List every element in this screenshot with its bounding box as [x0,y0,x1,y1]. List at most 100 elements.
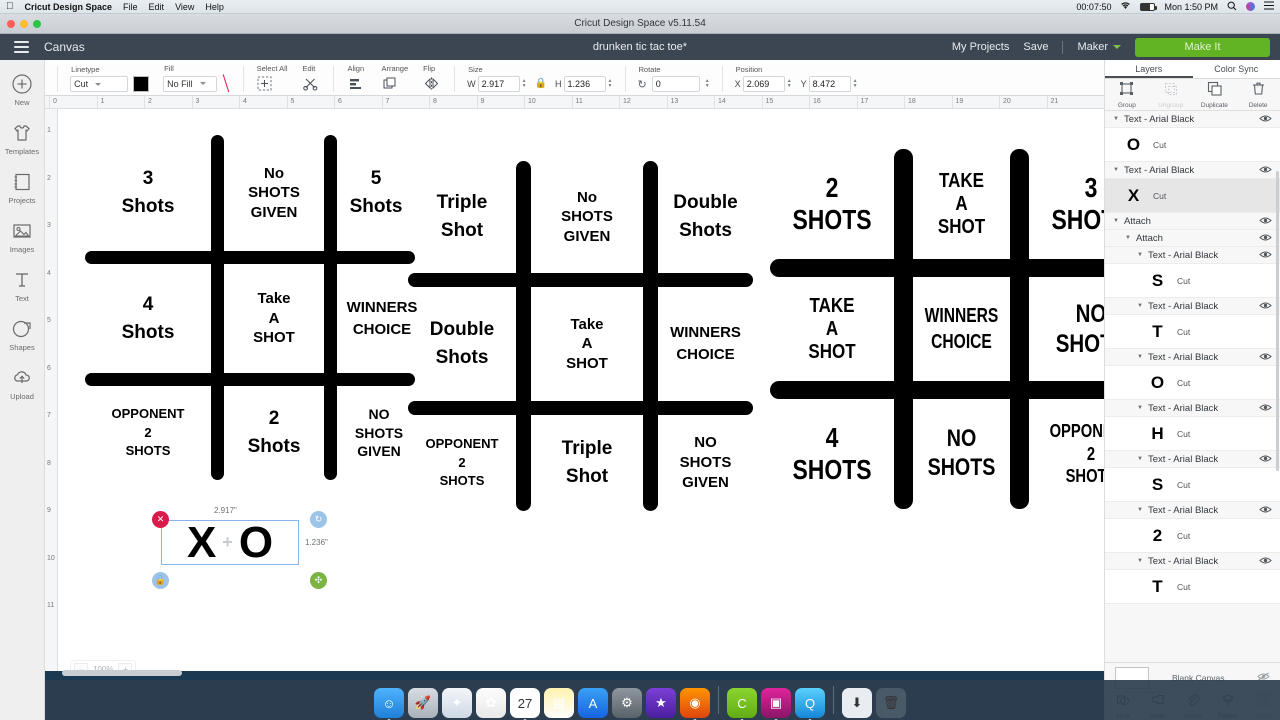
control-center-icon[interactable] [1264,1,1274,12]
sidebar-item-upload[interactable]: Upload [0,366,45,401]
linetype-select[interactable]: Cut [70,76,129,92]
selected-text-object[interactable]: X + O [161,514,299,571]
sidebar-item-projects[interactable]: Projects [0,170,45,205]
sidebar-item-shapes[interactable]: Shapes [0,317,45,352]
chevron-down-icon[interactable]: ▼ [1125,235,1131,241]
layer-header[interactable]: ▼ Text - Arial Black [1105,502,1280,519]
eye-icon[interactable] [1259,233,1272,244]
dock-icon-notes[interactable]: ▤ [544,688,574,718]
layers-scrollbar[interactable] [1276,171,1279,471]
eye-icon[interactable] [1259,114,1272,125]
menubar-clock[interactable]: Mon 1:50 PM [1164,2,1218,12]
width-value[interactable]: 2.917 [477,76,520,92]
dock-icon-downloads[interactable]: ⬇ [842,688,872,718]
rotate-value[interactable]: 0 [651,76,700,92]
chevron-down-icon[interactable]: ▼ [1137,558,1143,564]
machine-selector[interactable]: Maker [1077,41,1121,53]
make-it-button[interactable]: Make It [1135,37,1270,57]
dock-icon-calendar[interactable]: 27 [510,688,540,718]
tab-color-sync[interactable]: Color Sync [1193,60,1280,78]
select-all-icon[interactable] [256,75,274,92]
align-menu-button[interactable] [346,75,366,92]
flip-menu-button[interactable] [422,75,442,92]
menubar-app-name[interactable]: Cricut Design Space [25,2,113,12]
chevron-down-icon[interactable]: ▼ [1137,405,1143,411]
sidebar-item-templates[interactable]: Templates [0,121,45,156]
layer-row[interactable]: O Cut [1105,366,1280,400]
position-y-field[interactable]: Y 8.472 ▲ ▼ [801,76,858,92]
dock-icon-safari[interactable]: ✦ [442,688,472,718]
vertical-ruler[interactable]: 1 2 3 4 5 6 7 8 9 10 11 [45,109,58,671]
layer-header[interactable]: ▼ Text - Arial Black [1105,553,1280,570]
layer-header[interactable]: ▼ Text - Arial Black [1105,451,1280,468]
hamburger-menu-icon[interactable] [14,41,29,53]
chevron-down-icon[interactable]: ▼ [1137,252,1143,258]
x-value[interactable]: 2.069 [742,76,785,92]
layer-row[interactable]: S Cut [1105,264,1280,298]
chevron-down-icon[interactable]: ▼ [1113,116,1119,122]
rotate-icon[interactable]: ↻ [638,78,647,91]
layer-row[interactable]: O Cut [1105,128,1280,162]
pen-icon[interactable]: ╱ [217,75,235,93]
x-stepper[interactable]: ▲ ▼ [787,79,792,89]
unlock-handle[interactable]: 🔓 [152,572,169,589]
layer-row[interactable]: 2 Cut [1105,519,1280,553]
width-stepper[interactable]: ▲ ▼ [522,79,527,89]
dock-icon-quicktime[interactable]: Q [795,688,825,718]
eye-icon[interactable] [1259,165,1272,176]
lock-icon[interactable]: 🔒 [535,78,547,89]
dock-icon-finder[interactable]: ☺ [374,688,404,718]
chevron-down-icon[interactable]: ▼ [1113,218,1119,224]
layer-header[interactable]: ▼ Text - Arial Black [1105,111,1280,128]
tab-layers[interactable]: Layers [1105,60,1193,78]
eye-icon[interactable] [1259,250,1272,261]
chevron-down-icon[interactable]: ▼ [1137,354,1143,360]
wifi-icon[interactable] [1120,1,1131,12]
layer-header[interactable]: ▼ Text - Arial Black [1105,400,1280,417]
resize-handle[interactable]: ✣ [310,572,327,589]
layer-header[interactable]: ▼ Text - Arial Black [1105,349,1280,366]
delete-button[interactable]: Delete [1236,79,1280,110]
size-height-field[interactable]: H 1.236 ▲ ▼ [555,76,613,92]
chevron-down-icon[interactable]: ▼ [1137,456,1143,462]
delete-handle[interactable]: ✕ [152,511,169,528]
size-width-field[interactable]: W 2.917 ▲ ▼ [467,76,527,92]
y-stepper[interactable]: ▲ ▼ [853,79,858,89]
siri-icon[interactable] [1246,2,1255,11]
chevron-down-icon[interactable]: ▼ [1137,303,1143,309]
dock-icon-launchpad[interactable]: 🚀 [408,688,438,718]
apple-icon[interactable]:  [6,1,14,12]
chevron-down-icon[interactable]: ▼ [1113,167,1119,173]
grid-left[interactable]: 3 Shots No SHOTS GIVEN 5 Shots 4 Shots Take A S… [85,135,417,480]
eye-icon[interactable] [1259,352,1272,363]
layer-row[interactable]: T Cut [1105,315,1280,349]
dock-icon-trash[interactable]: 🗑 [876,688,906,718]
sidebar-item-new[interactable]: New [0,72,45,107]
grid-middle[interactable]: Triple Shot No SHOTS GIVEN Double Shots Doub… [408,161,753,511]
rotate-stepper[interactable]: ▲ ▼ [705,79,710,89]
group-button[interactable]: Group [1105,79,1149,110]
menu-help[interactable]: Help [205,2,224,12]
arrange-menu-button[interactable] [380,75,408,92]
dock-icon-screenflow[interactable]: ▣ [761,688,791,718]
layer-row[interactable]: X Cut [1105,179,1280,213]
height-stepper[interactable]: ▲ ▼ [608,79,613,89]
canvas-horizontal-scrollbar[interactable] [62,670,182,676]
design-canvas[interactable]: 3 Shots No SHOTS GIVEN 5 Shots 4 Shots Take A S… [58,109,1104,671]
eye-icon[interactable] [1259,454,1272,465]
menu-file[interactable]: File [123,2,138,12]
y-value[interactable]: 8.472 [808,76,851,92]
dock-icon-firefox[interactable]: ◉ [680,688,710,718]
dock-icon-cricut-design-space[interactable]: C [727,688,757,718]
linetype-color-swatch[interactable] [133,76,150,92]
eye-icon[interactable] [1259,216,1272,227]
layers-list[interactable]: ▼ Text - Arial Black O Cut ▼ Text - Arial Bla… [1105,111,1280,662]
layer-row[interactable]: T Cut [1105,570,1280,604]
layer-row[interactable]: S Cut [1105,468,1280,502]
eye-icon[interactable] [1259,403,1272,414]
layer-header[interactable]: ▼ Text - Arial Black [1105,298,1280,315]
layer-group-attach[interactable]: ▼ Attach [1105,230,1280,247]
canvas-selection[interactable]: X + O 2.917" 1.236" ✕ ↻ 🔓 ✣ [143,494,353,604]
search-icon[interactable] [1227,1,1237,13]
duplicate-button[interactable]: Duplicate [1193,79,1237,110]
